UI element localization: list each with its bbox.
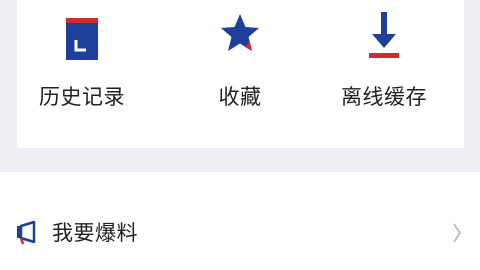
megaphone-icon <box>17 220 36 245</box>
favorites-shortcut[interactable]: 收藏 <box>175 0 305 148</box>
menu-item-report[interactable]: 我要爆料 <box>0 172 480 270</box>
star-icon <box>221 14 259 51</box>
chevron-right-icon <box>453 223 461 243</box>
history-label: 历史记录 <box>39 85 125 109</box>
menu-item-label: 我要爆料 <box>52 221 138 245</box>
offline-cache-shortcut[interactable]: 离线缓存 <box>319 0 449 148</box>
favorites-label: 收藏 <box>218 85 262 109</box>
shortcut-panel: 历史记录 收藏 离线缓存 <box>17 0 464 148</box>
download-icon <box>369 12 399 58</box>
history-icon <box>66 18 98 60</box>
offline-cache-label: 离线缓存 <box>341 85 427 109</box>
history-shortcut[interactable]: 历史记录 <box>17 0 147 148</box>
